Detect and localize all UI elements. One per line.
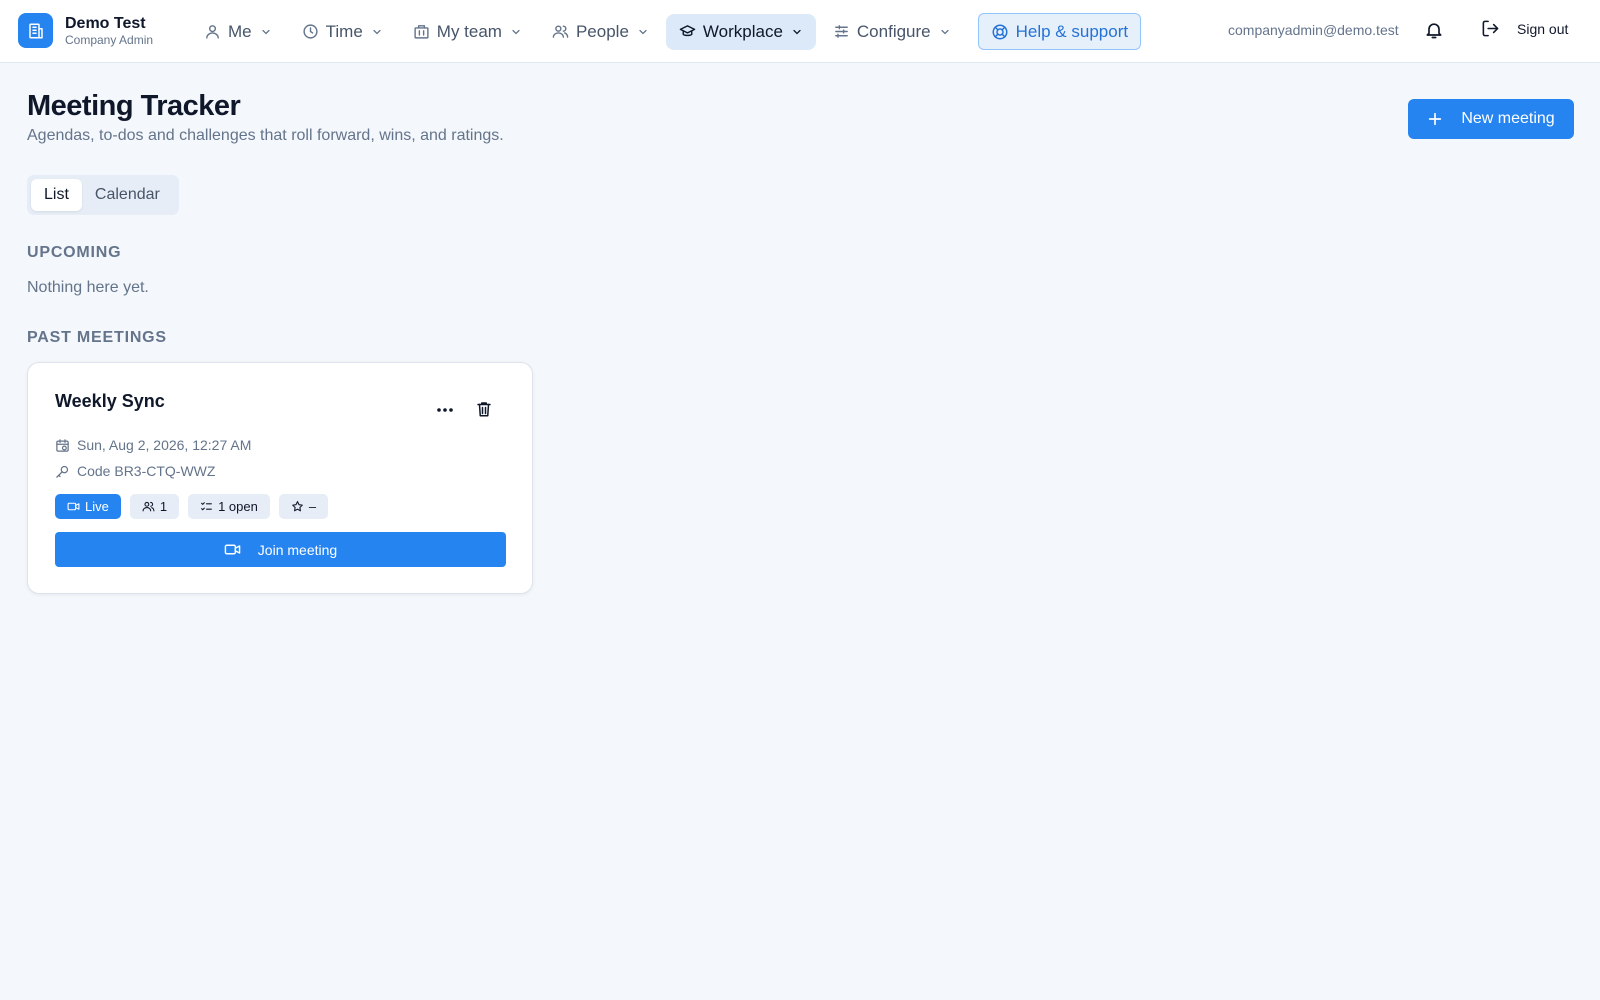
todos-badge: 1 open (188, 494, 270, 519)
trash-icon[interactable] (475, 399, 493, 419)
list-checks-icon (201, 502, 213, 511)
key-icon (56, 465, 69, 478)
tab-calendar[interactable]: Calendar (82, 179, 173, 211)
chevron-down-icon (262, 29, 270, 34)
rating-badge: – (278, 494, 329, 519)
chevron-down-icon (941, 29, 949, 34)
upcoming-heading: UPCOMING (27, 244, 122, 261)
meeting-code-text: Code BR3-CTQ-WWZ (77, 463, 216, 479)
calendar-clock-icon (56, 438, 69, 452)
top-navigation-bar: Demo Test Company Admin Me Time My team … (0, 0, 1600, 63)
chevron-down-icon (373, 29, 381, 34)
status-badge: Live (55, 494, 121, 519)
nav-item-label: Me (228, 21, 252, 41)
user-icon (206, 25, 219, 39)
graduation-cap-icon (679, 25, 696, 37)
status-badge-text: Live (85, 499, 109, 514)
nav-item-workplace[interactable]: Workplace (665, 13, 816, 50)
join-meeting-label: Join meeting (257, 541, 338, 558)
help-support-label: Help & support (1015, 21, 1129, 41)
user-email: companyadmin@demo.test (1228, 22, 1399, 38)
rating-text: – (308, 499, 317, 514)
video-icon (67, 502, 80, 511)
sign-out-button[interactable]: Sign out (1481, 19, 1568, 38)
meeting-datetime-text: Sun, Aug 2, 2026, 12:27 AM (77, 437, 252, 453)
log-out-icon (1482, 20, 1499, 37)
new-meeting-label: New meeting (1461, 110, 1555, 127)
chevron-down-icon (639, 29, 647, 34)
nav-item-label: Time (325, 21, 363, 41)
chevron-down-icon (512, 29, 520, 34)
meeting-card[interactable]: Weekly Sync Sun, Aug 2, 2026, 12:27 AM C… (27, 362, 533, 594)
nav-item-label: Workplace (702, 21, 783, 41)
main-nav: Me Time My team People Workplace Configu… (191, 13, 1142, 50)
building-logo-icon (18, 13, 53, 48)
meeting-code: Code BR3-CTQ-WWZ (55, 463, 215, 479)
meeting-title: Weekly Sync (55, 391, 165, 411)
building-icon (414, 25, 429, 39)
meeting-datetime: Sun, Aug 2, 2026, 12:27 AM (55, 437, 251, 453)
participants-badge: 1 (129, 494, 180, 519)
nav-item-label: My team (436, 21, 502, 41)
more-horizontal-icon[interactable] (433, 398, 457, 422)
sliders-icon (835, 25, 848, 38)
brand-role: Company Admin (65, 32, 154, 47)
nav-item-people[interactable]: People (539, 14, 662, 50)
tab-list[interactable]: List (31, 179, 82, 211)
meeting-badges: Live 1 1 open – (55, 494, 337, 519)
join-meeting-button[interactable]: Join meeting (55, 532, 506, 567)
past-meetings-heading: PAST MEETINGS (27, 329, 167, 346)
nav-item-my-team[interactable]: My team (400, 14, 535, 50)
page-title: Meeting Tracker (27, 90, 241, 122)
upcoming-empty-text: Nothing here yet. (27, 279, 149, 296)
nav-item-time[interactable]: Time (289, 14, 396, 50)
sign-out-label: Sign out (1517, 20, 1569, 37)
star-icon (292, 501, 303, 512)
brand-name: Demo Test (65, 14, 146, 32)
nav-item-me[interactable]: Me (191, 14, 285, 50)
users-icon (552, 25, 569, 38)
nav-item-label: People (575, 21, 629, 41)
brand[interactable]: Demo Test Company Admin (18, 13, 153, 48)
bell-icon[interactable] (1424, 20, 1444, 40)
participants-count: 1 (159, 499, 168, 514)
users-icon (142, 501, 155, 512)
view-toggle: List Calendar (27, 175, 179, 215)
nav-item-configure[interactable]: Configure (820, 14, 964, 50)
nav-item-label: Configure (856, 21, 931, 41)
lifebuoy-icon (992, 24, 1008, 39)
chevron-down-icon (793, 29, 801, 34)
page-subtitle: Agendas, to-dos and challenges that roll… (27, 127, 504, 144)
clock-icon (303, 24, 318, 39)
todos-open-text: 1 open (218, 499, 258, 514)
video-icon (224, 544, 241, 555)
plus-icon (1429, 112, 1442, 126)
new-meeting-button[interactable]: New meeting (1408, 99, 1574, 139)
help-support-button[interactable]: Help & support (977, 13, 1142, 50)
